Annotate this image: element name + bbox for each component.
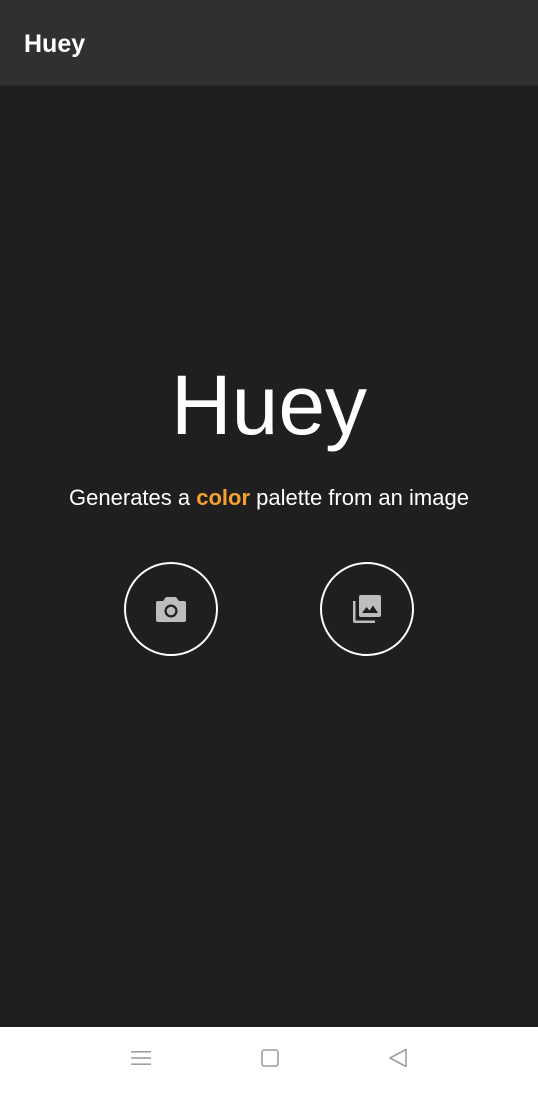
back-triangle-icon [387, 1047, 409, 1074]
pick-from-gallery-button[interactable] [320, 562, 414, 656]
tagline-prefix: Generates a [69, 485, 197, 510]
home-button[interactable] [257, 1047, 283, 1073]
back-button[interactable] [385, 1047, 411, 1073]
app-bar-title: Huey [24, 30, 86, 58]
tagline-suffix: palette from an image [250, 485, 469, 510]
system-navigation-bar [0, 1027, 538, 1093]
menu-icon [130, 1049, 152, 1072]
tagline: Generates a color palette from an image [0, 484, 538, 512]
recent-apps-button[interactable] [128, 1047, 154, 1073]
tagline-accent-word: color [196, 485, 251, 510]
camera-icon [155, 595, 187, 623]
main-content: Huey Generates a color palette from an i… [0, 86, 538, 1027]
home-square-icon [260, 1048, 280, 1073]
hero-title: Huey [170, 358, 368, 452]
take-photo-button[interactable] [124, 562, 218, 656]
app-bar: Huey [0, 0, 538, 86]
gallery-icon [351, 593, 383, 625]
